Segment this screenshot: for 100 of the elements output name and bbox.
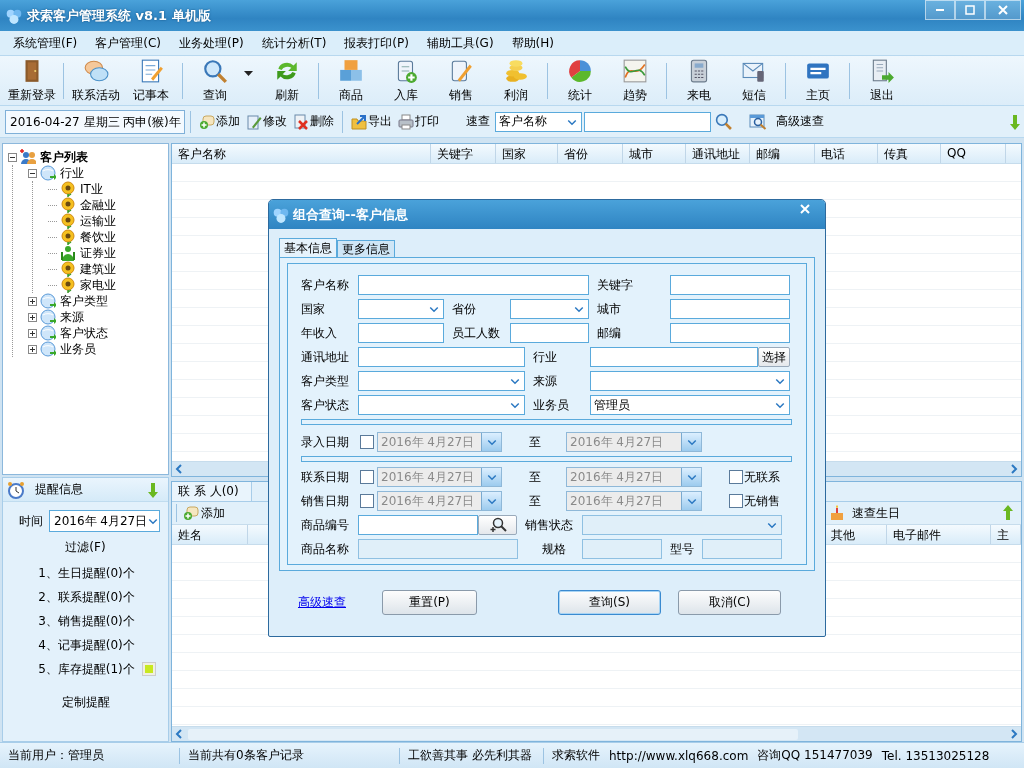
- scroll-right-icon[interactable]: [1009, 464, 1019, 474]
- toolbar-button[interactable]: 入库: [378, 57, 433, 104]
- toolbar-button[interactable]: 导出: [348, 113, 395, 130]
- toolbar-button[interactable]: 来电: [671, 57, 726, 104]
- input-field[interactable]: [670, 275, 790, 295]
- lookup-button[interactable]: [478, 515, 517, 535]
- toolbar-button[interactable]: 记事本: [123, 57, 178, 104]
- menu-item[interactable]: 帮助(H): [502, 31, 563, 55]
- tree-item[interactable]: 客户状态: [59, 324, 109, 342]
- expander-icon[interactable]: [28, 344, 37, 354]
- scroll-left-icon[interactable]: [174, 729, 184, 739]
- toolbar-button[interactable]: 退出: [854, 57, 909, 104]
- toolbar-button[interactable]: 刷新: [259, 57, 314, 104]
- add-icon: [183, 505, 199, 521]
- menu-item[interactable]: 系统管理(F): [4, 31, 87, 55]
- toolbar-button[interactable]: 联系活动: [68, 57, 123, 104]
- tree-item[interactable]: 客户类型: [59, 292, 109, 310]
- input-field[interactable]: [510, 323, 589, 343]
- expander-icon[interactable]: [28, 296, 37, 306]
- tree-item[interactable]: IT业: [79, 180, 104, 198]
- advanced-search-button[interactable]: 高级速查: [746, 113, 827, 130]
- date-dropdown[interactable]: 2016年 4月27日: [49, 510, 160, 532]
- dropdown-field[interactable]: [358, 395, 525, 415]
- maximize-button[interactable]: [955, 0, 985, 20]
- field-label: 国家: [301, 300, 326, 318]
- tree-item[interactable]: 证券业: [79, 244, 117, 262]
- dialog-button[interactable]: 取消(C): [678, 590, 781, 615]
- expander-icon[interactable]: [28, 312, 37, 322]
- tree-item[interactable]: 金融业: [79, 196, 117, 214]
- tree-item[interactable]: 行业: [59, 164, 85, 182]
- people-icon: [20, 149, 36, 165]
- tree-item[interactable]: 运输业: [79, 212, 117, 230]
- toolbar-button[interactable]: 添加: [180, 504, 228, 522]
- expander-icon[interactable]: [28, 328, 37, 338]
- minimize-button[interactable]: [925, 0, 955, 20]
- search-field[interactable]: [584, 111, 711, 132]
- dialog-button[interactable]: 查询(S): [558, 590, 661, 615]
- input-field[interactable]: [590, 347, 758, 367]
- expander-icon[interactable]: [8, 152, 17, 162]
- dropdown-field[interactable]: 客户名称: [495, 111, 582, 132]
- reminder-item[interactable]: 3、销售提醒(0)个: [38, 612, 135, 630]
- flower-icon: [60, 261, 76, 277]
- input-field[interactable]: [358, 515, 478, 535]
- input-field[interactable]: [670, 323, 790, 343]
- scroll-right-icon[interactable]: [1009, 729, 1019, 739]
- tab[interactable]: 基本信息: [279, 238, 337, 257]
- toolbar-button[interactable]: 查询: [187, 57, 242, 104]
- status-text: 咨询QQ 151477039: [757, 747, 873, 764]
- input-field[interactable]: [670, 299, 790, 319]
- toolbar-button[interactable]: 销售: [433, 57, 488, 104]
- tree-item[interactable]: 家电业: [79, 276, 117, 294]
- customize-reminder-button[interactable]: 定制提醒: [55, 693, 116, 712]
- advanced-search-link[interactable]: 高级速查: [298, 594, 382, 611]
- tree-item[interactable]: 客户列表: [39, 148, 89, 166]
- dropdown-field[interactable]: 管理员: [590, 395, 790, 415]
- menu-item[interactable]: 客户管理(C): [86, 31, 170, 55]
- expander-icon[interactable]: [28, 168, 37, 178]
- toolbar-button[interactable]: 利润: [488, 57, 543, 104]
- tree-item[interactable]: 业务员: [59, 340, 97, 358]
- dropdown-field[interactable]: [358, 371, 525, 391]
- dialog-button[interactable]: 重置(P): [382, 590, 477, 615]
- toolbar-button[interactable]: 短信: [726, 57, 781, 104]
- reminder-item[interactable]: 2、联系提醒(0)个: [38, 588, 135, 606]
- toolbar-button[interactable]: 趋势: [607, 57, 662, 104]
- select-button[interactable]: 选择: [758, 347, 790, 367]
- menu-item[interactable]: 统计分析(T): [252, 31, 336, 55]
- input-field[interactable]: [358, 347, 525, 367]
- input-field[interactable]: [358, 323, 444, 343]
- close-button[interactable]: [985, 0, 1021, 20]
- menu-item[interactable]: 业务处理(P): [170, 31, 253, 55]
- tree-item[interactable]: 建筑业: [79, 260, 117, 278]
- tree-item[interactable]: 餐饮业: [79, 228, 117, 246]
- toolbar-button[interactable]: 添加: [196, 113, 243, 130]
- caret-icon[interactable]: [244, 70, 253, 77]
- toolbar-button[interactable]: 打印: [395, 113, 442, 130]
- toolbar-button[interactable]: 删除: [290, 113, 337, 130]
- reminder-item[interactable]: 5、库存提醒(1)个: [38, 660, 135, 678]
- filter-button[interactable]: 过滤(F): [63, 537, 108, 558]
- field-label: 至: [528, 492, 542, 510]
- dropdown-field[interactable]: [510, 299, 589, 319]
- toolbar-button[interactable]: 修改: [243, 113, 290, 130]
- toolbar-button[interactable]: 重新登录: [4, 57, 59, 104]
- menu-item[interactable]: 报表打印(P): [335, 31, 418, 55]
- toolbar-button[interactable]: 统计: [552, 57, 607, 104]
- reminder-item[interactable]: 1、生日提醒(0)个: [38, 564, 135, 582]
- toolbar-button[interactable]: 速查生日: [827, 504, 903, 522]
- dropdown-field[interactable]: [590, 371, 790, 391]
- input-field[interactable]: [358, 275, 589, 295]
- dropdown-field[interactable]: [358, 299, 444, 319]
- tree-item[interactable]: 来源: [59, 308, 85, 326]
- search-icon[interactable]: [715, 113, 732, 130]
- tab[interactable]: 更多信息: [337, 240, 395, 257]
- tab[interactable]: 联 系 人(0): [172, 482, 252, 501]
- menu-item[interactable]: 辅助工具(G): [417, 31, 503, 55]
- printer-icon: [398, 113, 414, 130]
- horizontal-scrollbar[interactable]: [172, 726, 1021, 741]
- scroll-left-icon[interactable]: [174, 464, 184, 474]
- toolbar-button[interactable]: 主页: [790, 57, 845, 104]
- toolbar-button[interactable]: 商品: [323, 57, 378, 104]
- reminder-item[interactable]: 4、记事提醒(0)个: [38, 636, 135, 654]
